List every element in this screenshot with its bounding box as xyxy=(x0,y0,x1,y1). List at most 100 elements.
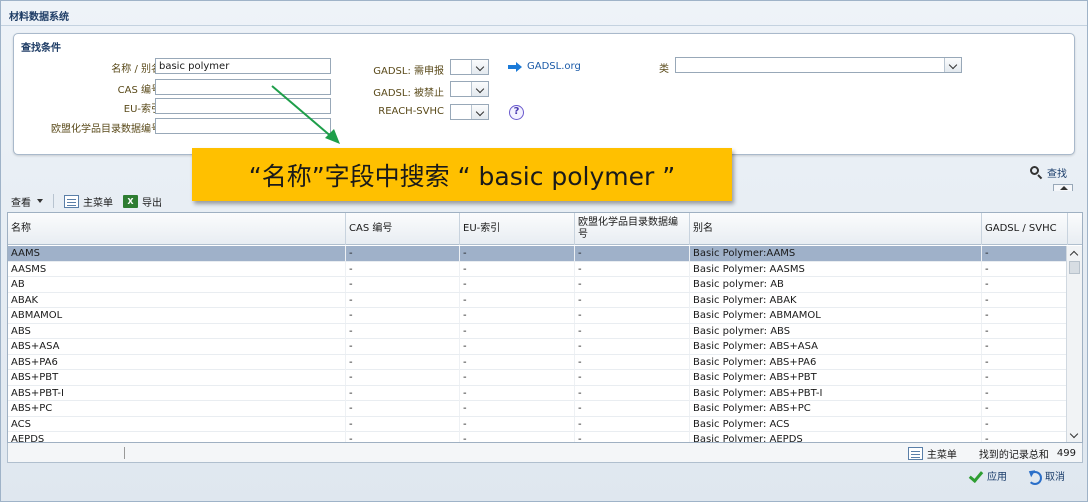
collapse-search-toggle[interactable] xyxy=(1053,184,1073,191)
column-header-eu-index[interactable]: EU-索引 xyxy=(460,213,575,245)
gadsl-declare-select[interactable] xyxy=(450,59,489,75)
cas-number-input[interactable] xyxy=(155,79,331,95)
title-divider xyxy=(1,25,1087,26)
table-row[interactable]: AB - - - Basic polymer: AB - xyxy=(8,277,1068,293)
reach-svhc-select[interactable] xyxy=(450,104,489,120)
cell-alias: Basic polymer: ABS xyxy=(690,323,982,339)
cell-eu-index: - xyxy=(460,354,575,370)
cell-cas: - xyxy=(346,416,460,432)
cell-eu-index: - xyxy=(460,323,575,339)
help-icon[interactable]: ? xyxy=(509,105,524,120)
cell-alias: Basic Polymer: ABMAMOL xyxy=(690,308,982,323)
echa-number-input[interactable] xyxy=(155,118,331,134)
cell-name: ACS xyxy=(8,416,346,432)
dialog-footer: 应用 取消 xyxy=(1,464,1088,486)
cell-cas: - xyxy=(346,401,460,416)
table-body: AAMS - - - Basic Polymer:AAMS - AASMS - - - Basic … xyxy=(8,246,1068,442)
export-button[interactable]: X 导出 xyxy=(123,194,162,209)
cell-name: ABS+ASA xyxy=(8,339,346,354)
scroll-down-icon[interactable] xyxy=(1069,429,1079,439)
cell-cas: - xyxy=(346,277,460,292)
column-header-gadsl-svhc[interactable]: GADSL / SVHC xyxy=(982,213,1068,245)
column-header-name[interactable]: 名称 xyxy=(8,213,346,245)
table-row[interactable]: ACS - - - Basic Polymer: ACS - xyxy=(8,416,1068,432)
cell-cas: - xyxy=(346,432,460,442)
cell-echa: - xyxy=(575,308,690,323)
cell-gadsl-svhc: - xyxy=(982,385,1068,401)
table-row[interactable]: AASMS - - - Basic Polymer: AASMS - xyxy=(8,261,1068,277)
cell-name: ABS xyxy=(8,323,346,339)
status-main-menu-button[interactable]: 主菜单 xyxy=(907,446,957,461)
cell-alias: Basic Polymer: ABS+PBT xyxy=(690,370,982,385)
caret-down-icon xyxy=(37,199,43,203)
name-alias-input[interactable]: basic polymer xyxy=(155,58,331,74)
search-panel-title: 查找条件 xyxy=(21,43,61,54)
column-header-cas[interactable]: CAS 编号 xyxy=(346,213,460,245)
gadsl-declare-label: GADSL: 需申报 xyxy=(373,66,444,77)
checkmark-icon xyxy=(969,470,983,482)
results-table: 名称 CAS 编号 EU-索引 欧盟化学品目录数据编号 别名 GADSL / S… xyxy=(7,212,1083,443)
class-select[interactable] xyxy=(675,57,962,73)
table-row[interactable]: ABAK - - - Basic Polymer: ABAK - xyxy=(8,292,1068,308)
table-row[interactable]: ABS+PBT-I - - - Basic Polymer: ABS+PBT-I - xyxy=(8,385,1068,401)
undo-icon xyxy=(1027,469,1042,485)
cell-gadsl-svhc: - xyxy=(982,323,1068,339)
menu-list-icon xyxy=(907,447,923,460)
table-row[interactable]: AAMS - - - Basic Polymer:AAMS - xyxy=(8,246,1068,262)
cell-eu-index: - xyxy=(460,385,575,401)
gadsl-org-link[interactable]: GADSL.org xyxy=(527,61,581,72)
gadsl-banned-select[interactable] xyxy=(450,81,489,97)
cell-echa: - xyxy=(575,385,690,401)
cell-eu-index: - xyxy=(460,277,575,292)
status-right: 主菜单 找到的记录总和 499 xyxy=(907,446,1076,461)
cell-cas: - xyxy=(346,339,460,354)
cell-eu-index: - xyxy=(460,339,575,354)
cell-gadsl-svhc: - xyxy=(982,339,1068,354)
cell-cas: - xyxy=(346,323,460,339)
menu-list-icon xyxy=(64,194,79,208)
cell-gadsl-svhc: - xyxy=(982,354,1068,370)
table-row[interactable]: ABS+PBT - - - Basic Polymer: ABS+PBT - xyxy=(8,370,1068,386)
table-header: 名称 CAS 编号 EU-索引 欧盟化学品目录数据编号 别名 GADSL / S… xyxy=(8,213,1082,245)
cancel-button[interactable]: 取消 xyxy=(1027,468,1065,485)
cell-gadsl-svhc: - xyxy=(982,432,1068,442)
cell-echa: - xyxy=(575,339,690,354)
window-title: 材料数据系统 xyxy=(9,12,69,23)
gadsl-banned-label: GADSL: 被禁止 xyxy=(373,88,444,99)
cell-cas: - xyxy=(346,370,460,385)
table-row[interactable]: ABMAMOL - - - Basic Polymer: ABMAMOL - xyxy=(8,308,1068,324)
cell-name: ABS+PA6 xyxy=(8,354,346,370)
table-row[interactable]: AEPDS - - - Basic Polymer: AEPDS - xyxy=(8,432,1068,442)
cell-echa: - xyxy=(575,416,690,432)
chevron-down-icon xyxy=(471,82,488,96)
view-menu-label: 查看 xyxy=(11,197,31,209)
scroll-thumb[interactable] xyxy=(1069,261,1080,274)
apply-label: 应用 xyxy=(987,472,1007,483)
eu-index-input[interactable] xyxy=(155,98,331,114)
main-menu-button[interactable]: 主菜单 xyxy=(64,194,113,209)
column-header-alias[interactable]: 别名 xyxy=(690,213,982,245)
table-row[interactable]: ABS+PA6- - - Basic Polymer: ABS+PA6- xyxy=(8,354,1068,370)
table-row[interactable]: ABS+ASA - - - Basic Polymer: ABS+ASA - xyxy=(8,339,1068,355)
table-row[interactable]: ABS+PC - - - Basic Polymer: ABS+PC - xyxy=(8,401,1068,417)
find-button[interactable]: 查找 xyxy=(1030,165,1067,180)
cell-cas: - xyxy=(346,246,460,261)
cell-eu-index: - xyxy=(460,261,575,277)
view-menu-button[interactable]: 查看 xyxy=(11,194,43,209)
scroll-up-icon[interactable] xyxy=(1069,250,1079,260)
chevron-down-icon xyxy=(944,58,961,72)
vertical-scrollbar[interactable] xyxy=(1066,246,1082,442)
table-row[interactable]: ABS - - - Basic polymer: ABS - xyxy=(8,323,1068,339)
cell-name: ABS+PBT-I xyxy=(8,385,346,401)
cell-name: ABS+PBT xyxy=(8,370,346,385)
column-header-echa[interactable]: 欧盟化学品目录数据编号 xyxy=(575,213,690,245)
cell-echa: - xyxy=(575,370,690,385)
cell-echa: - xyxy=(575,323,690,339)
export-label: 导出 xyxy=(142,197,162,209)
chevron-down-icon xyxy=(471,105,488,119)
apply-button[interactable]: 应用 xyxy=(969,468,1007,483)
cell-echa: - xyxy=(575,401,690,416)
main-menu-label: 主菜单 xyxy=(83,197,113,209)
chevron-down-icon xyxy=(471,60,488,74)
annotation-callout: “名称”字段中搜索 “ basic polymer ” xyxy=(192,148,732,201)
